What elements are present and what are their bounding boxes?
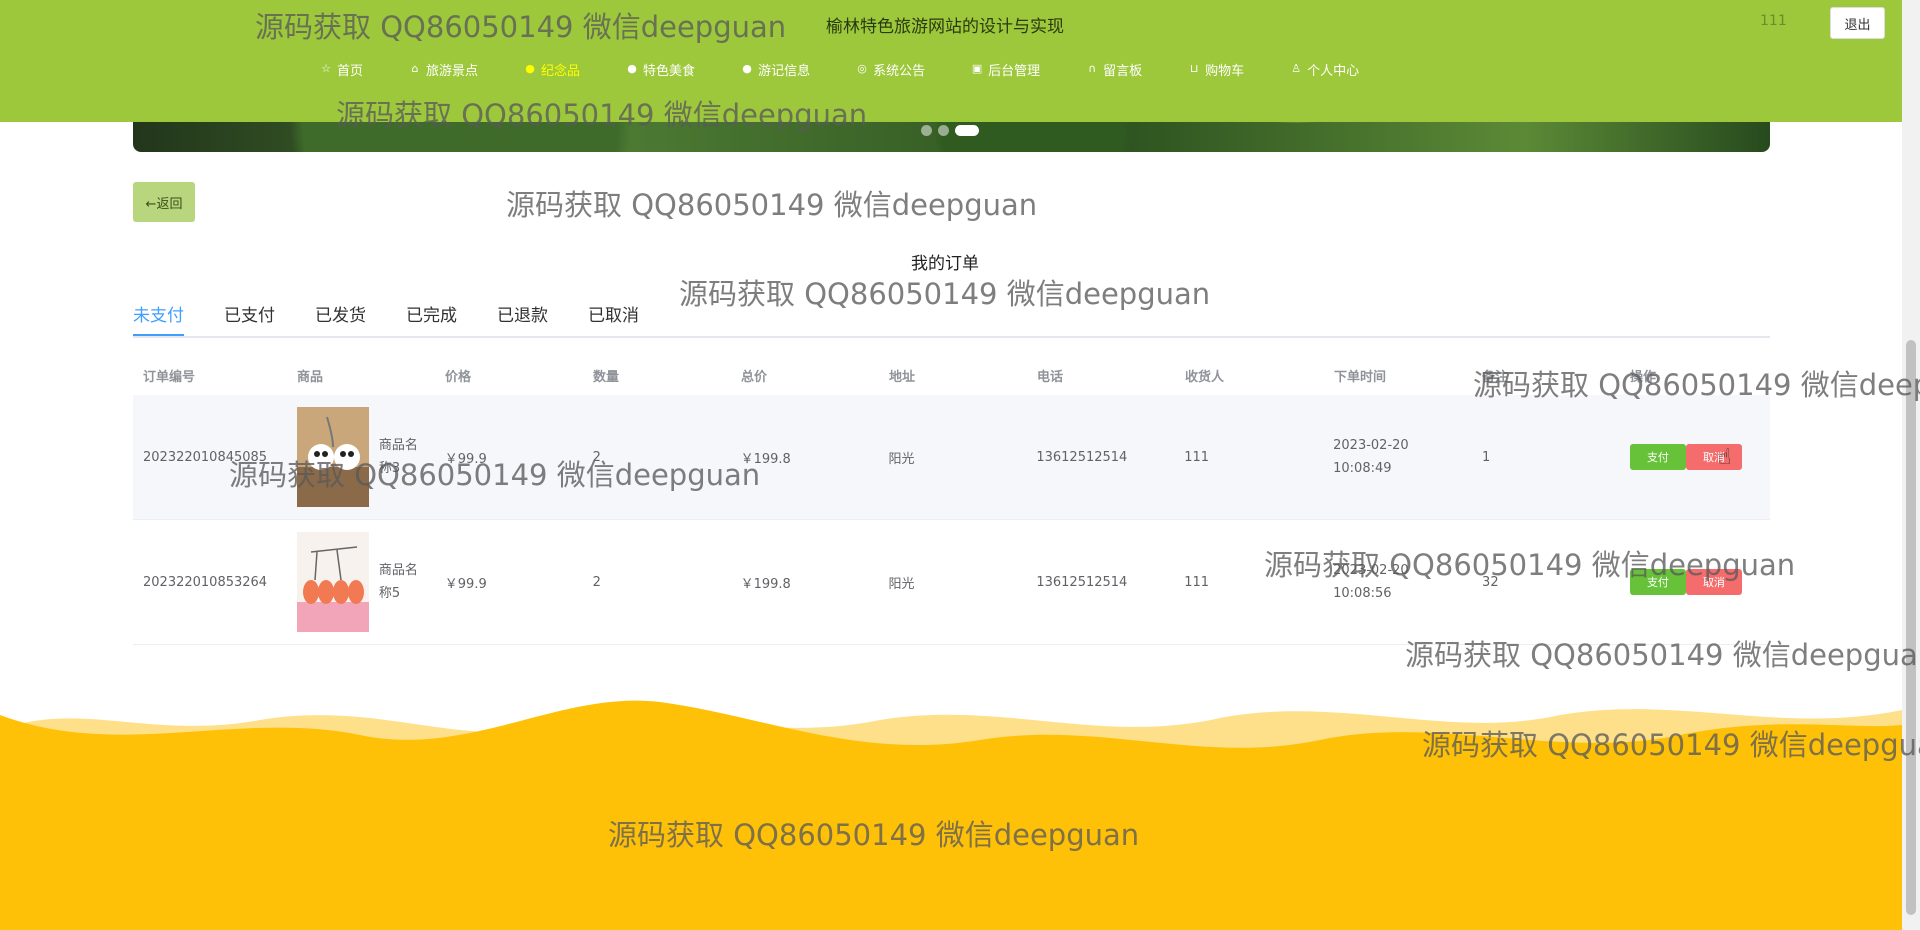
nav-label: 旅游景点	[426, 63, 479, 79]
info-icon: ●	[742, 62, 752, 75]
back-button[interactable]: ←返回	[133, 182, 195, 222]
nav-label: 特色美食	[643, 63, 696, 79]
goods-name: 商品名称3	[378, 438, 418, 476]
total: ￥199.8	[740, 451, 791, 467]
price: ￥99.9	[444, 451, 487, 467]
goods-name: 商品名称5	[378, 563, 418, 601]
carousel-indicators	[921, 125, 979, 136]
main-nav: ☆ 首页 ⌂ 旅游景点 ● 纪念品 ● 特色美食 ● 游记信息 ◎ 系统公告 ▣ 后台管理 ∩…	[320, 59, 1405, 79]
carousel-dot[interactable]	[938, 125, 949, 136]
receiver: 111	[1184, 574, 1210, 590]
tab-cancelled[interactable]: 已取消	[588, 302, 639, 334]
globe-icon: ◎	[857, 62, 867, 75]
table-header: 订单编号 商品 价格 数量 总价 地址 电话 收货人 下单时间 备注 操作	[133, 355, 1770, 395]
nav-messages[interactable]: ∩ 留言板	[1086, 59, 1142, 79]
nav-label: 个人中心	[1307, 63, 1360, 79]
phone: 13612512514	[1036, 574, 1128, 590]
table-row: 202322010845085 商品名称3 ￥99.9 2 ￥199.8 阳光 …	[133, 395, 1770, 520]
product-image[interactable]	[296, 532, 369, 632]
actions: 支付 取消	[1620, 569, 1770, 595]
col-header: 下单时间	[1334, 369, 1387, 385]
order-tabs: 未支付 已支付 已发货 已完成 已退款 已取消	[133, 302, 1770, 338]
carousel-dot[interactable]	[921, 125, 932, 136]
quantity: 2	[592, 574, 601, 590]
nav-label: 首页	[337, 63, 364, 79]
headset-icon: ∩	[1088, 62, 1097, 75]
col-header: 商品	[297, 369, 324, 385]
address: 阳光	[888, 451, 915, 467]
nav-souvenirs[interactable]: ● 纪念品	[524, 59, 580, 79]
user-name[interactable]: 111	[1760, 13, 1787, 29]
col-header: 订单编号	[143, 369, 196, 385]
nav-attractions[interactable]: ⌂ 旅游景点	[409, 59, 479, 79]
total: ￥199.8	[740, 576, 791, 592]
tab-completed[interactable]: 已完成	[406, 302, 457, 334]
table-row: 202322010853264 商品名称5 ￥99.9 2 ￥199.8 阳光 …	[133, 520, 1770, 645]
nav-label: 后台管理	[988, 63, 1041, 79]
nav-home[interactable]: ☆ 首页	[320, 59, 363, 79]
order-number: 202322010845085	[143, 449, 268, 465]
quantity: 2	[592, 449, 601, 465]
nav-label: 系统公告	[873, 63, 926, 79]
col-header: 备注	[1482, 369, 1509, 385]
logout-button[interactable]: 退出	[1830, 7, 1885, 39]
goods-cell: 商品名称3	[287, 407, 435, 507]
footer-waves	[0, 700, 1902, 930]
receiver: 111	[1184, 449, 1210, 465]
admin-icon: ▣	[971, 62, 983, 75]
pay-button[interactable]: 支付	[1629, 444, 1686, 470]
order-number: 202322010853264	[143, 574, 268, 590]
col-header: 总价	[741, 369, 768, 385]
col-header: 电话	[1037, 369, 1064, 385]
col-header: 数量	[593, 369, 620, 385]
tab-refunded[interactable]: 已退款	[497, 302, 548, 334]
nav-label: 纪念品	[541, 63, 581, 79]
address: 阳光	[888, 576, 915, 592]
actions: 支付 取消	[1620, 444, 1770, 470]
dot-icon: ●	[525, 62, 535, 75]
tab-paid[interactable]: 已支付	[224, 302, 275, 334]
nav-travelogue[interactable]: ● 游记信息	[741, 59, 810, 79]
col-header: 价格	[445, 369, 472, 385]
goods-cell: 商品名称5	[287, 532, 435, 632]
nav-cart[interactable]: ⊔ 购物车	[1188, 59, 1244, 79]
info-icon: ●	[627, 62, 637, 75]
scrollbar[interactable]	[1902, 0, 1920, 930]
product-image[interactable]	[296, 407, 369, 507]
page-title: 我的订单	[911, 254, 979, 274]
nav-label: 游记信息	[758, 63, 811, 79]
tab-unpaid[interactable]: 未支付	[133, 302, 184, 336]
pointer-cursor-icon: ☝	[1718, 445, 1732, 470]
order-time: 2023-02-20 10:08:56	[1333, 563, 1409, 601]
carousel-dot-active[interactable]	[955, 125, 979, 136]
order-time: 2023-02-20 10:08:49	[1333, 438, 1409, 476]
col-header: 操作	[1630, 369, 1657, 385]
site-header: 榆林特色旅游网站的设计与实现 111 退出 ☆ 首页 ⌂ 旅游景点 ● 纪念品 ● 特色…	[0, 0, 1902, 122]
nav-food[interactable]: ● 特色美食	[626, 59, 695, 79]
remark: 32	[1482, 574, 1499, 590]
star-icon: ☆	[321, 62, 331, 75]
col-header: 收货人	[1185, 369, 1225, 385]
nav-label: 留言板	[1103, 63, 1143, 79]
col-header: 地址	[889, 369, 916, 385]
nav-label: 购物车	[1205, 63, 1245, 79]
orders-table: 订单编号 商品 价格 数量 总价 地址 电话 收货人 下单时间 备注 操作 20…	[133, 355, 1770, 645]
scrollbar-thumb[interactable]	[1906, 340, 1916, 915]
phone: 13612512514	[1036, 449, 1128, 465]
cancel-button[interactable]: 取消	[1685, 444, 1742, 470]
price: ￥99.9	[444, 576, 487, 592]
house-icon: ⌂	[411, 62, 419, 75]
watermark: 源码获取 QQ86050149 微信deepguan	[506, 188, 1038, 222]
nav-announcements[interactable]: ◎ 系统公告	[856, 59, 925, 79]
user-icon: ♙	[1291, 62, 1302, 75]
pay-button[interactable]: 支付	[1629, 569, 1686, 595]
cancel-button[interactable]: 取消	[1685, 569, 1742, 595]
nav-profile[interactable]: ♙ 个人中心	[1290, 59, 1359, 79]
tab-shipped[interactable]: 已发货	[315, 302, 366, 334]
nav-admin[interactable]: ▣ 后台管理	[971, 59, 1040, 79]
remark: 1	[1482, 449, 1491, 465]
cart-icon: ⊔	[1189, 62, 1199, 75]
site-title: 榆林特色旅游网站的设计与实现	[826, 17, 1064, 37]
